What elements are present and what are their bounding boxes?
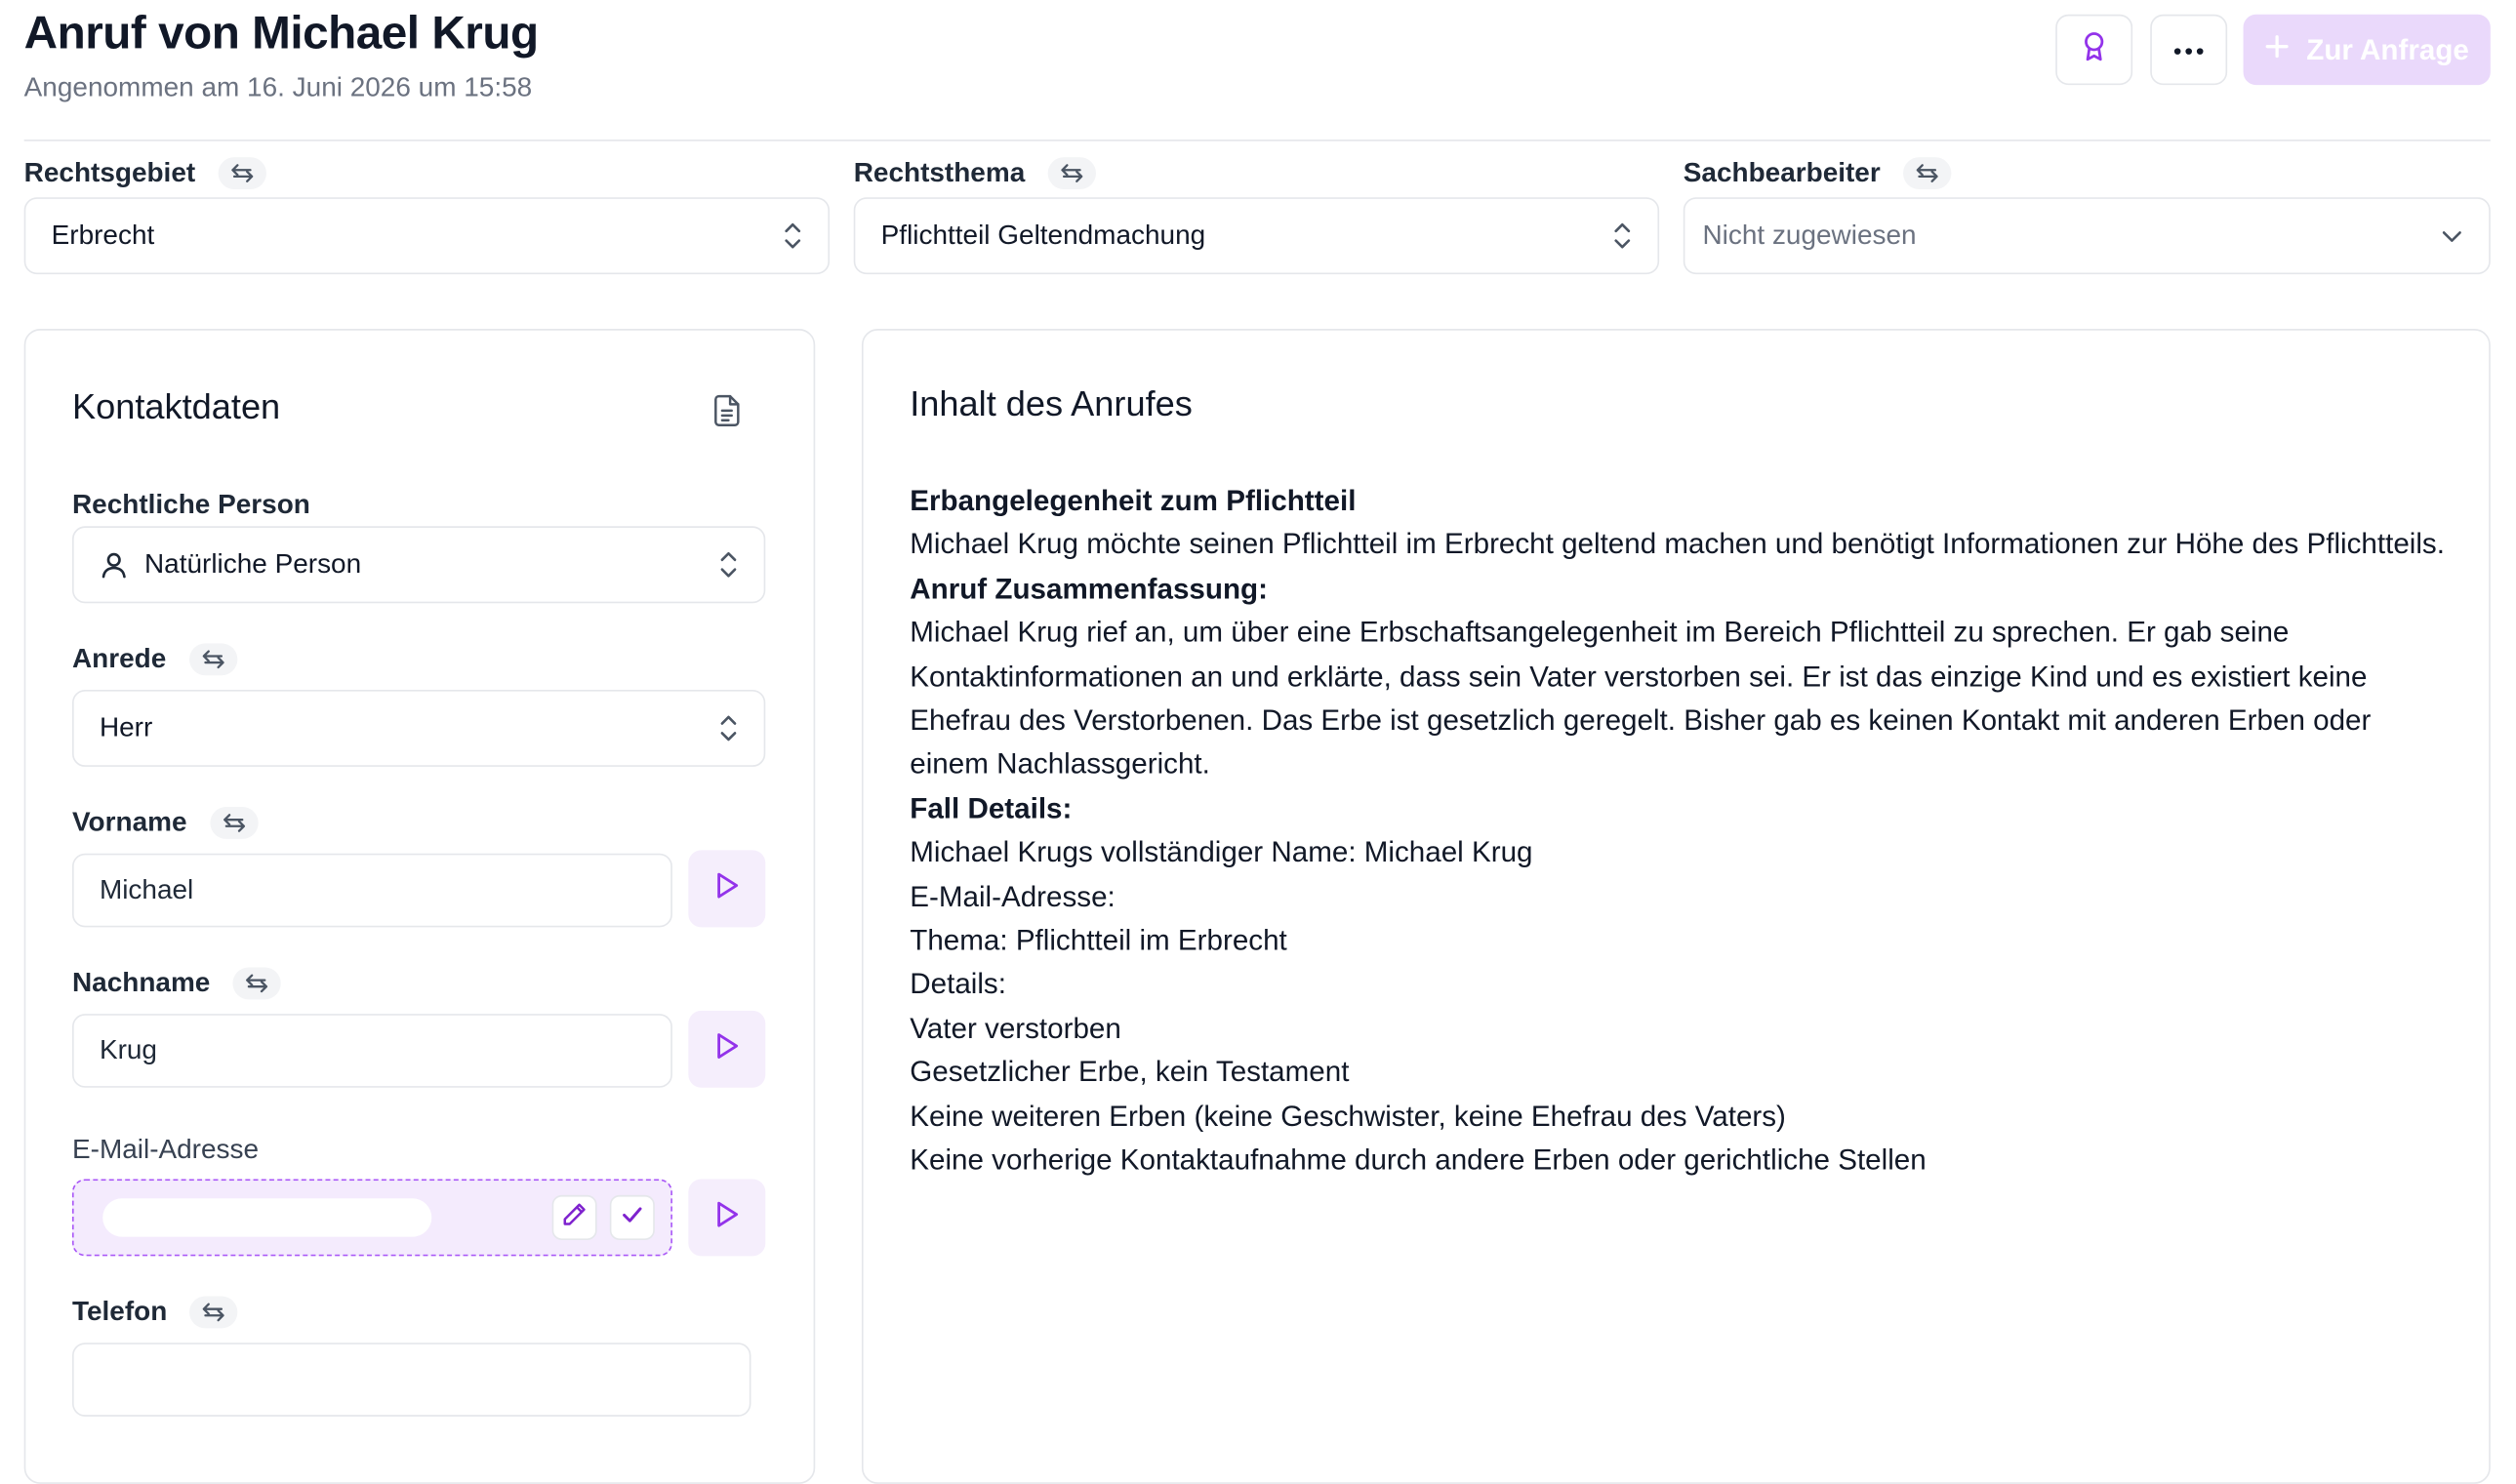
- vorname-label: Vorname: [72, 807, 258, 839]
- sachbearbeiter-select[interactable]: Nicht zugewiesen: [1683, 197, 2491, 275]
- swap-icon[interactable]: [1902, 157, 1952, 190]
- email-redacted-value: [102, 1198, 432, 1237]
- content-line: Keine weiteren Erben (keine Geschwister,…: [910, 1100, 1786, 1133]
- play-icon: [714, 1199, 740, 1236]
- rechtsthema-label-text: Rechtsthema: [853, 157, 1026, 188]
- content-line: Thema: Pflichtteil im Erbrecht: [910, 924, 1287, 957]
- rechtsgebiet-label-text: Rechtsgebiet: [23, 157, 196, 188]
- vorname-value: Michael: [99, 874, 194, 905]
- telefon-label: Telefon: [71, 1296, 238, 1329]
- rechtliche-person-value: Natürliche Person: [143, 548, 362, 580]
- vorname-play-button[interactable]: [688, 850, 766, 928]
- nachname-play-button[interactable]: [688, 1010, 766, 1088]
- swap-icon[interactable]: [1047, 157, 1096, 190]
- nachname-value: Krug: [99, 1034, 158, 1065]
- page-subtitle: Angenommen am 16. Juni 2026 um 15:58: [23, 71, 533, 103]
- chevron-down-icon: [2441, 227, 2463, 243]
- chevrons-up-down-icon: [1612, 221, 1632, 251]
- anrede-label: Anrede: [71, 643, 237, 676]
- user-icon: [100, 550, 129, 580]
- page: Anruf von Michael Krug Angenommen am 16.…: [0, 0, 2516, 1484]
- rechtliche-person-label: Rechtliche Person: [71, 489, 310, 520]
- content-line: Details:: [910, 968, 1006, 1001]
- nachname-label-text: Nachname: [71, 967, 211, 998]
- nachname-input[interactable]: Krug: [71, 1014, 672, 1088]
- check-icon: [620, 1201, 645, 1235]
- content-line: Vater verstorben: [910, 1012, 1121, 1045]
- rechtsthema-select[interactable]: Pflichtteil Geltendmachung: [853, 197, 1660, 275]
- zur-anfrage-label: Zur Anfrage: [2306, 32, 2469, 65]
- kontaktdaten-title: Kontaktdaten: [71, 386, 281, 427]
- anrede-select[interactable]: Herr: [71, 690, 766, 767]
- pencil-icon: [561, 1201, 587, 1235]
- sachbearbeiter-label: Sachbearbeiter: [1683, 157, 1952, 190]
- header-divider: [23, 140, 2491, 141]
- content-line: Michael Krug möchte seinen Pflichtteil i…: [910, 528, 2445, 561]
- email-field[interactable]: [71, 1179, 672, 1257]
- content-line: E-Mail-Adresse:: [910, 880, 1116, 912]
- inhalt-title: Inhalt des Anrufes: [910, 382, 1193, 424]
- swap-icon[interactable]: [188, 643, 237, 676]
- email-label: E-Mail-Adresse: [71, 1134, 260, 1165]
- content-line: Michael Krug rief an, um über eine Erbsc…: [910, 616, 2372, 781]
- swap-icon[interactable]: [189, 1296, 238, 1329]
- chevrons-up-down-icon: [719, 714, 739, 743]
- anrede-value: Herr: [99, 712, 153, 743]
- content-heading: Anruf Zusammenfassung:: [910, 572, 1268, 605]
- swap-icon[interactable]: [218, 157, 266, 190]
- award-button[interactable]: [2055, 14, 2133, 86]
- edit-button[interactable]: [551, 1194, 597, 1240]
- content-line: Gesetzlicher Erbe, kein Testament: [910, 1056, 1350, 1089]
- chevrons-up-down-icon: [719, 550, 739, 580]
- rechtsgebiet-select[interactable]: Erbrecht: [23, 197, 831, 275]
- rechtsgebiet-value: Erbrecht: [51, 220, 155, 251]
- content-line: Michael Krugs vollständiger Name: Michae…: [910, 836, 1533, 868]
- page-title: Anruf von Michael Krug: [23, 8, 539, 60]
- rechtsthema-label: Rechtsthema: [853, 157, 1096, 190]
- call-content: Erbangelegenheit zum Pflichtteil Michael …: [910, 480, 2450, 1183]
- confirm-button[interactable]: [609, 1194, 655, 1240]
- email-play-button[interactable]: [688, 1179, 766, 1257]
- plus-icon: [2265, 33, 2291, 67]
- nachname-label: Nachname: [71, 967, 281, 1000]
- rechtsthema-value: Pflichtteil Geltendmachung: [880, 220, 1206, 251]
- more-options-button[interactable]: [2150, 14, 2228, 86]
- swap-icon[interactable]: [209, 807, 258, 839]
- content-line: Keine vorherige Kontaktaufnahme durch an…: [910, 1143, 1927, 1177]
- chevrons-up-down-icon: [783, 221, 802, 251]
- anrede-label-text: Anrede: [71, 643, 167, 674]
- vorname-label-text: Vorname: [71, 807, 187, 838]
- sachbearbeiter-label-text: Sachbearbeiter: [1683, 157, 1881, 188]
- sachbearbeiter-value: Nicht zugewiesen: [1702, 220, 1917, 251]
- more-horizontal-icon: [2172, 35, 2205, 64]
- vorname-input[interactable]: Michael: [71, 853, 672, 928]
- telefon-label-text: Telefon: [71, 1296, 168, 1327]
- file-text-icon[interactable]: [710, 393, 743, 436]
- zur-anfrage-button[interactable]: Zur Anfrage: [2243, 14, 2491, 86]
- rechtliche-person-select[interactable]: Natürliche Person: [71, 526, 766, 604]
- content-heading: Fall Details:: [910, 791, 1073, 824]
- swap-icon[interactable]: [232, 967, 281, 1000]
- play-icon: [714, 870, 740, 907]
- award-icon: [2080, 29, 2109, 69]
- rechtsgebiet-label: Rechtsgebiet: [23, 157, 266, 190]
- play-icon: [714, 1030, 740, 1067]
- content-heading: Erbangelegenheit zum Pflichtteil: [910, 484, 1357, 517]
- telefon-input[interactable]: [71, 1343, 751, 1417]
